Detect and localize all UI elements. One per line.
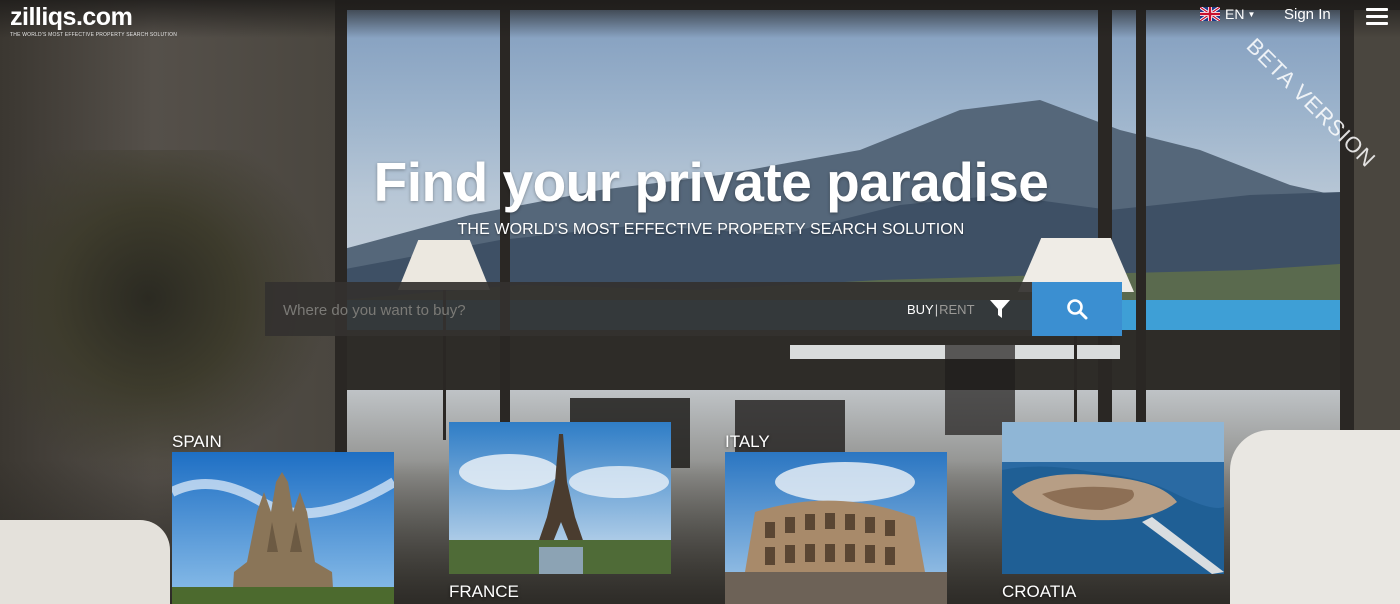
destination-label-spain[interactable]: SPAIN (172, 432, 222, 452)
location-search-input[interactable] (281, 294, 885, 326)
toggle-separator: | (934, 302, 939, 317)
language-code: EN (1225, 6, 1245, 22)
sagrada-familia-image (172, 452, 394, 604)
sofa (0, 520, 170, 604)
rovinj-aerial-image (1002, 422, 1224, 574)
destination-label-italy[interactable]: ITALY (725, 432, 770, 452)
logo-text: zilliqs.com (10, 3, 133, 31)
destination-card-italy[interactable] (725, 452, 947, 604)
hero-subtitle: THE WORLD'S MOST EFFECTIVE PROPERTY SEAR… (457, 221, 965, 238)
window-frame (1340, 0, 1354, 440)
rent-option[interactable]: RENT (939, 302, 974, 317)
window-frame (500, 0, 510, 440)
filter-icon[interactable] (988, 297, 1012, 321)
hamburger-menu-icon[interactable] (1366, 8, 1388, 26)
colosseum-image (725, 452, 947, 604)
destination-label-croatia[interactable]: CROATIA (1002, 582, 1076, 602)
eiffel-tower-image (449, 422, 671, 574)
buy-option[interactable]: BUY (907, 302, 934, 317)
destination-card-spain[interactable] (172, 452, 394, 604)
search-icon (1067, 299, 1088, 320)
caret-down-icon: ▼ (1247, 9, 1256, 19)
logo-tagline: THE WORLD'S MOST EFFECTIVE PROPERTY SEAR… (10, 32, 178, 38)
destination-card-france[interactable] (449, 422, 671, 574)
buy-rent-toggle[interactable]: BUY|RENT (907, 302, 975, 317)
window-frame (1098, 0, 1112, 430)
destination-label-france[interactable]: FRANCE (449, 582, 519, 602)
destination-card-croatia[interactable] (1002, 422, 1224, 574)
site-logo[interactable]: zilliqs.com THE WORLD'S MOST EFFECTIVE P… (10, 3, 177, 38)
ceiling-shade (0, 0, 1400, 38)
search-button[interactable] (1032, 282, 1122, 336)
sofa (1230, 430, 1400, 604)
window-frame (1136, 0, 1146, 430)
hero-title: Find your private paradise (373, 151, 1049, 213)
uk-flag-icon (1200, 7, 1220, 21)
language-selector[interactable]: EN ▼ (1200, 6, 1255, 22)
sign-in-link[interactable]: Sign In (1284, 6, 1331, 23)
